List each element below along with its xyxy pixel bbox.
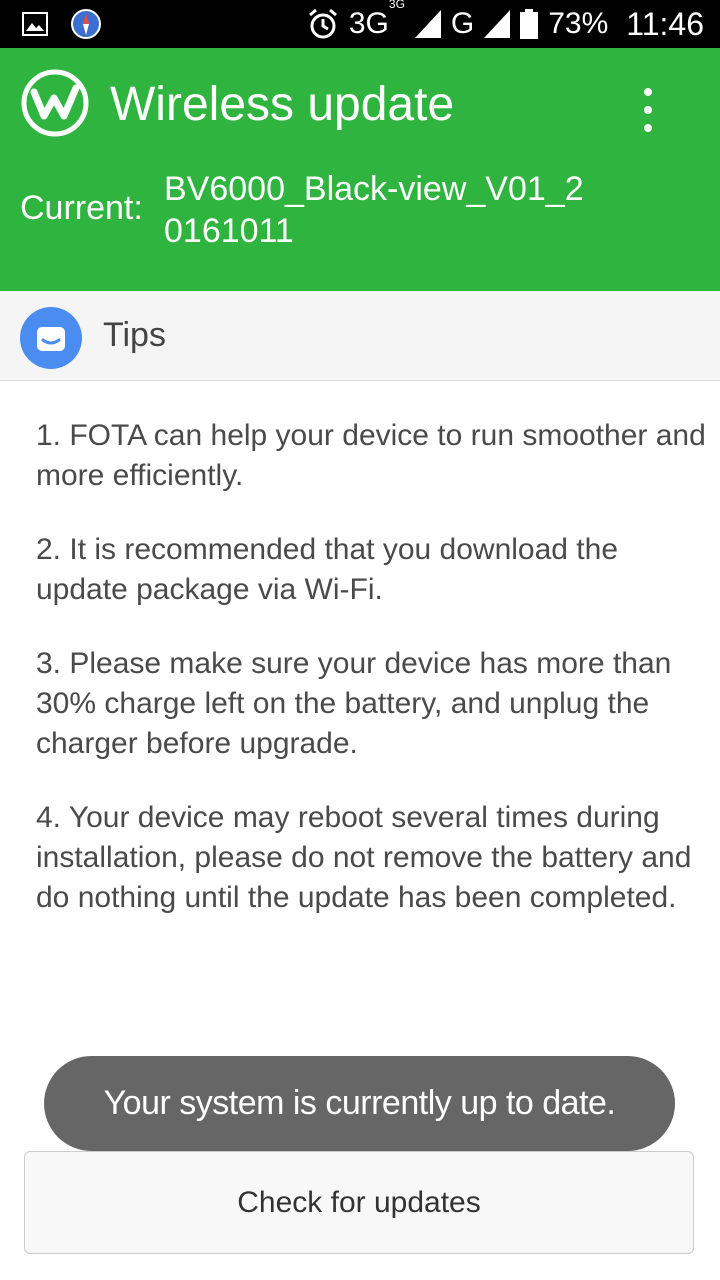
wireless-update-logo-icon bbox=[21, 69, 89, 137]
network-type-3g: 3G3G bbox=[348, 0, 405, 40]
tip-item: 2. It is recommended that you download t… bbox=[36, 533, 619, 606]
clock: 11:46 bbox=[626, 5, 704, 42]
compass-icon bbox=[71, 9, 101, 39]
battery-icon bbox=[520, 9, 539, 39]
signal-icon bbox=[484, 10, 511, 38]
current-version-label: Current: bbox=[20, 189, 143, 227]
tip-item: 1. FOTA can help your device to run smoo… bbox=[36, 419, 706, 492]
app-header: Wireless update Current: BV6000_Black-vi… bbox=[0, 48, 720, 291]
tip-item: 3. Please make sure your device has more… bbox=[36, 647, 672, 760]
page-title: Wireless update bbox=[110, 78, 455, 131]
tips-title: Tips bbox=[103, 316, 166, 354]
alarm-icon bbox=[308, 8, 337, 39]
smile-face-icon bbox=[20, 307, 82, 369]
tips-list: 1. FOTA can help your device to run smoo… bbox=[36, 416, 712, 952]
signal-icon bbox=[414, 10, 441, 38]
image-icon bbox=[22, 12, 48, 36]
battery-percent: 73% bbox=[548, 7, 609, 40]
tip-item: 4. Your device may reboot several times … bbox=[36, 801, 692, 914]
check-for-updates-button[interactable]: Check for updates bbox=[24, 1151, 694, 1254]
current-version-value: BV6000_Black-view_V01_20161011 bbox=[164, 170, 584, 250]
network-type-g: G bbox=[450, 7, 475, 40]
status-bar: 3G3G G 73% 11:46 bbox=[0, 0, 720, 48]
toast-message: Your system is currently up to date. bbox=[44, 1056, 675, 1151]
tips-header: Tips bbox=[0, 291, 720, 381]
more-vertical-icon[interactable] bbox=[628, 88, 668, 132]
